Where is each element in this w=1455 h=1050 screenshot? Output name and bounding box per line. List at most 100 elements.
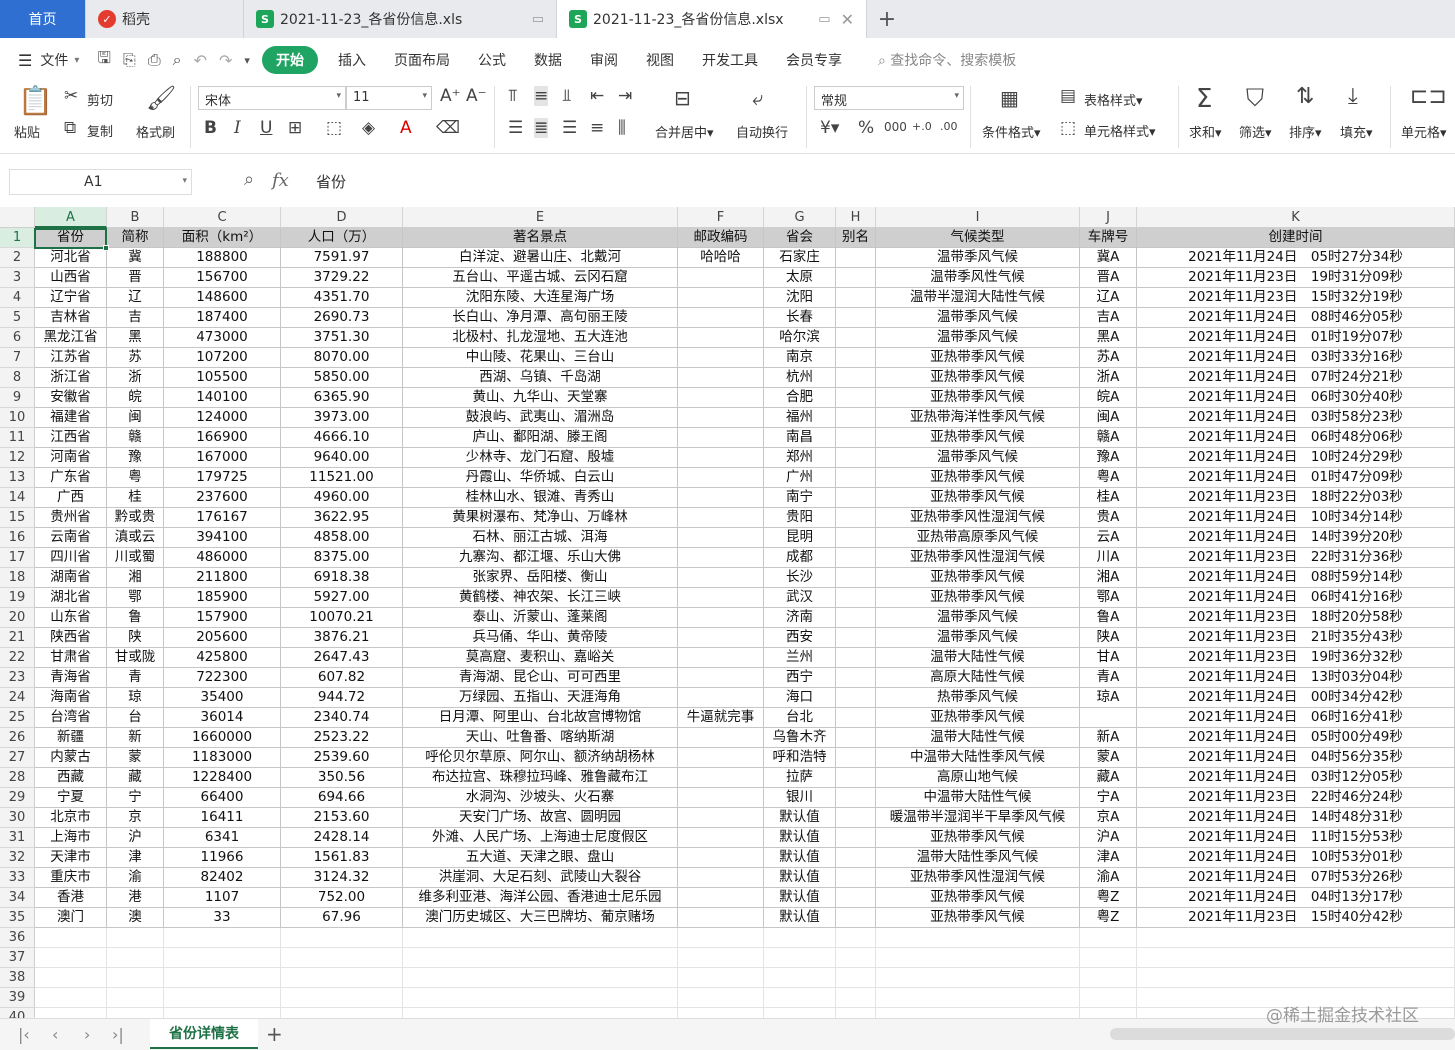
cell-h[interactable] — [836, 1008, 876, 1018]
cell-b[interactable]: 桂 — [107, 488, 164, 508]
cell-d[interactable]: 694.66 — [281, 788, 403, 808]
cell-d[interactable]: 3124.32 — [281, 868, 403, 888]
cell-j[interactable]: 浙A — [1080, 368, 1137, 388]
cell-g[interactable]: 默认值 — [764, 868, 836, 888]
paste-button[interactable]: 粘贴 — [14, 122, 40, 141]
cell-i[interactable]: 温带大陆性气候 — [876, 648, 1080, 668]
cell-c[interactable]: 36014 — [164, 708, 281, 728]
add-sheet-button[interactable]: + — [266, 1022, 283, 1046]
thousands-icon[interactable]: 000 — [884, 120, 907, 134]
cell-a[interactable] — [35, 988, 107, 1008]
conditional-format-icon[interactable]: ▦ — [1000, 86, 1019, 110]
close-icon[interactable]: ✕ — [841, 10, 854, 29]
cell-f[interactable] — [678, 848, 764, 868]
cell-c[interactable]: 188800 — [164, 248, 281, 268]
cell-k[interactable]: 创建时间 — [1137, 228, 1455, 248]
cell-a[interactable]: 澳门 — [35, 908, 107, 928]
cell-k[interactable]: 2021年11月23日 18时20分58秒 — [1137, 608, 1455, 628]
cell-e[interactable]: 五大道、天津之眼、盘山 — [403, 848, 678, 868]
cell-j[interactable]: 车牌号 — [1080, 228, 1137, 248]
cell-e[interactable]: 五台山、平遥古城、云冈石窟 — [403, 268, 678, 288]
cell-b[interactable]: 豫 — [107, 448, 164, 468]
cell-d[interactable]: 6365.90 — [281, 388, 403, 408]
cell-a[interactable]: 贵州省 — [35, 508, 107, 528]
cell-g[interactable]: 太原 — [764, 268, 836, 288]
cell-g[interactable]: 济南 — [764, 608, 836, 628]
menu-data[interactable]: 数据 — [520, 50, 576, 70]
cell-c[interactable] — [164, 1008, 281, 1018]
cell-f[interactable] — [678, 588, 764, 608]
cell-d[interactable]: 11521.00 — [281, 468, 403, 488]
cell-i[interactable]: 气候类型 — [876, 228, 1080, 248]
cell-j[interactable] — [1080, 708, 1137, 728]
cell-c[interactable]: 105500 — [164, 368, 281, 388]
cell-b[interactable]: 黔或贵 — [107, 508, 164, 528]
cell-f[interactable] — [678, 488, 764, 508]
row-header[interactable]: 23 — [0, 668, 35, 688]
cell-g[interactable] — [764, 928, 836, 948]
cell-h[interactable] — [836, 468, 876, 488]
cell-k[interactable]: 2021年11月24日 07时53分26秒 — [1137, 868, 1455, 888]
cell-i[interactable]: 高原山地气候 — [876, 768, 1080, 788]
cell-c[interactable] — [164, 928, 281, 948]
filter-button[interactable]: 筛选▾ — [1239, 122, 1272, 141]
column-header-a[interactable]: A — [35, 207, 107, 228]
cell-k[interactable]: 2021年11月24日 04时56分35秒 — [1137, 748, 1455, 768]
cell-f[interactable]: 哈哈哈 — [678, 248, 764, 268]
cell-i[interactable]: 亚热带季风气候 — [876, 468, 1080, 488]
cell-h[interactable] — [836, 408, 876, 428]
cell-e[interactable]: 少林寺、龙门石窟、殷墟 — [403, 448, 678, 468]
increase-decimal-icon[interactable]: +.0 — [912, 120, 932, 133]
cell-c[interactable]: 473000 — [164, 328, 281, 348]
cell-e[interactable]: 沈阳东陵、大连星海广场 — [403, 288, 678, 308]
sum-icon[interactable]: Σ — [1196, 84, 1212, 114]
cell-h[interactable] — [836, 428, 876, 448]
cell-style-icon[interactable]: ⬚ — [1060, 118, 1076, 138]
cell-h[interactable] — [836, 828, 876, 848]
cell-a[interactable]: 重庆市 — [35, 868, 107, 888]
cell-j[interactable]: 鄂A — [1080, 588, 1137, 608]
cell-e[interactable] — [403, 988, 678, 1008]
cell-j[interactable]: 青A — [1080, 668, 1137, 688]
cell-j[interactable]: 沪A — [1080, 828, 1137, 848]
fill-effects-icon[interactable]: ⬚ — [326, 118, 342, 138]
cell-b[interactable]: 澳 — [107, 908, 164, 928]
cell-d[interactable]: 3973.00 — [281, 408, 403, 428]
cell-i[interactable] — [876, 968, 1080, 988]
cell-a[interactable]: 湖南省 — [35, 568, 107, 588]
cell-b[interactable] — [107, 948, 164, 968]
cell-h[interactable] — [836, 868, 876, 888]
cell-k[interactable]: 2021年11月23日 15时40分42秒 — [1137, 908, 1455, 928]
cell-a[interactable]: 安徽省 — [35, 388, 107, 408]
cell-k[interactable]: 2021年11月24日 01时47分09秒 — [1137, 468, 1455, 488]
distribute-icon[interactable]: ⫼ — [618, 118, 626, 138]
font-family-select[interactable]: 宋体 ▾ — [198, 86, 346, 110]
cell-f[interactable] — [678, 1008, 764, 1018]
cell-c[interactable]: 156700 — [164, 268, 281, 288]
cell-a[interactable]: 湖北省 — [35, 588, 107, 608]
cell-d[interactable]: 5927.00 — [281, 588, 403, 608]
cell-a[interactable]: 河北省 — [35, 248, 107, 268]
row-header[interactable]: 8 — [0, 368, 35, 388]
cell-c[interactable]: 11966 — [164, 848, 281, 868]
cell-d[interactable] — [281, 1008, 403, 1018]
cell-g[interactable]: 默认值 — [764, 808, 836, 828]
cell-i[interactable]: 亚热带季风气候 — [876, 888, 1080, 908]
cell-i[interactable]: 高原大陆性气候 — [876, 668, 1080, 688]
column-header-h[interactable]: H — [836, 207, 876, 228]
row-header[interactable]: 29 — [0, 788, 35, 808]
cell-h[interactable] — [836, 528, 876, 548]
cell-c[interactable]: 148600 — [164, 288, 281, 308]
cell-k[interactable]: 2021年11月24日 03时12分05秒 — [1137, 768, 1455, 788]
cell-j[interactable] — [1080, 1008, 1137, 1018]
cell-b[interactable]: 滇或云 — [107, 528, 164, 548]
cell-k[interactable]: 2021年11月24日 10时53分01秒 — [1137, 848, 1455, 868]
row-header[interactable]: 7 — [0, 348, 35, 368]
column-header-c[interactable]: C — [164, 207, 281, 228]
cell-i[interactable]: 暖温带半湿润半干旱季风气候 — [876, 808, 1080, 828]
cell-k[interactable]: 2021年11月24日 03时33分16秒 — [1137, 348, 1455, 368]
new-tab-button[interactable]: + — [867, 0, 907, 38]
cell-g[interactable]: 呼和浩特 — [764, 748, 836, 768]
column-header-k[interactable]: K — [1137, 207, 1455, 228]
cell-k[interactable]: 2021年11月24日 04时13分17秒 — [1137, 888, 1455, 908]
